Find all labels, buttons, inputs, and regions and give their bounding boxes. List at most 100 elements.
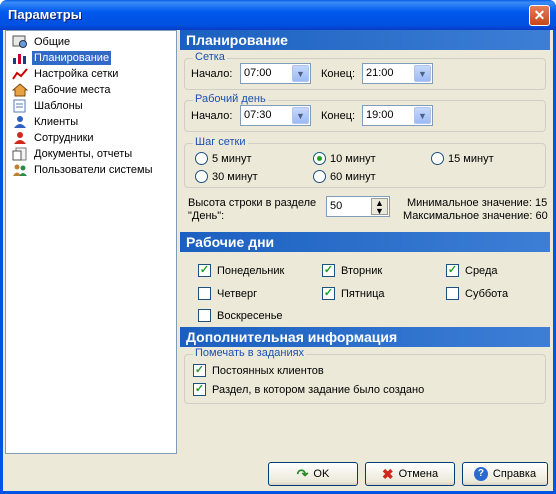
step-option-15[interactable]: 15 минут bbox=[431, 152, 494, 165]
employees-icon bbox=[14, 132, 26, 144]
ok-arrow-icon: ↷ bbox=[296, 465, 309, 482]
step-option-5[interactable]: 5 минут bbox=[195, 152, 252, 165]
day-wednesday-checkbox[interactable]: ✓ Среда bbox=[446, 264, 497, 277]
workday-start-value: 07:30 bbox=[244, 109, 272, 121]
radio-button[interactable] bbox=[313, 170, 326, 183]
radio-button[interactable] bbox=[195, 152, 208, 165]
checkbox-box[interactable] bbox=[446, 287, 459, 300]
chevron-down-icon[interactable]: ▼ bbox=[292, 65, 309, 82]
close-button[interactable]: ✕ bbox=[529, 5, 550, 26]
checkmark-icon[interactable]: ✓ bbox=[322, 287, 335, 300]
day-thursday-checkbox[interactable]: Четверг bbox=[198, 287, 257, 300]
tree-item-employees[interactable]: Сотрудники bbox=[12, 130, 96, 146]
tree-item-templates[interactable]: Шаблоны bbox=[12, 98, 85, 114]
help-button[interactable]: ? Справка bbox=[462, 462, 548, 486]
step-group-title: Шаг сетки bbox=[193, 136, 248, 148]
chevron-down-icon[interactable]: ▼ bbox=[414, 107, 431, 124]
grid-end-select[interactable]: 21:00 ▼ bbox=[362, 63, 433, 84]
day-label: Вторник bbox=[341, 264, 383, 277]
workdays-header: Рабочие дни bbox=[180, 232, 550, 252]
day-label: Понедельник bbox=[217, 264, 285, 277]
day-label: Четверг bbox=[217, 287, 258, 300]
radio-button[interactable] bbox=[313, 152, 326, 165]
section-created-checkbox[interactable]: ✓ Раздел, в котором задание было создано bbox=[193, 383, 424, 396]
tree-label: Клиенты bbox=[34, 116, 79, 128]
settings-tree[interactable]: Общие Планирование Настройка сетки Рабоч… bbox=[5, 30, 177, 454]
additional-header: Дополнительная информация bbox=[180, 327, 550, 347]
grid-group-title: Сетка bbox=[193, 51, 227, 63]
grid-start-select[interactable]: 07:00 ▼ bbox=[240, 63, 311, 84]
workplaces-icon bbox=[12, 83, 28, 97]
radio-button[interactable] bbox=[431, 152, 444, 165]
tree-item-grid-settings[interactable]: Настройка сетки bbox=[12, 66, 120, 82]
row-height-min: Минимальное значение: 15 bbox=[407, 197, 548, 209]
help-label: Справка bbox=[492, 468, 537, 480]
chevron-down-icon[interactable]: ▼ bbox=[414, 65, 431, 82]
tree-item-general[interactable]: Общие bbox=[12, 34, 72, 50]
step-option-60[interactable]: 60 минут bbox=[313, 170, 376, 183]
day-friday-checkbox[interactable]: ✓ Пятница bbox=[322, 287, 385, 300]
day-sunday-checkbox[interactable]: Воскресенье bbox=[198, 309, 283, 322]
row-height-value: 50 bbox=[330, 200, 343, 212]
workday-end-label: Конец: bbox=[321, 110, 356, 122]
checkmark-icon[interactable]: ✓ bbox=[446, 264, 459, 277]
checkmark-icon[interactable]: ✓ bbox=[193, 364, 206, 377]
documents-icon bbox=[12, 147, 27, 161]
tree-item-users[interactable]: Пользователи системы bbox=[12, 162, 155, 178]
row-height-label-2: "День": bbox=[188, 210, 225, 222]
step-option-label: 30 минут bbox=[212, 170, 258, 183]
ok-button[interactable]: ↷ OK bbox=[268, 462, 358, 486]
checkmark-icon[interactable]: ✓ bbox=[322, 264, 335, 277]
day-monday-checkbox[interactable]: ✓ Понедельник bbox=[198, 264, 284, 277]
tree-label: Шаблоны bbox=[34, 100, 83, 112]
step-option-label: 15 минут bbox=[448, 152, 494, 165]
window-title: Параметры bbox=[8, 7, 82, 22]
tree-label: Общие bbox=[34, 36, 71, 48]
workday-start-label: Начало: bbox=[191, 110, 233, 122]
checkmark-icon[interactable]: ✓ bbox=[193, 383, 206, 396]
checkmark-icon[interactable]: ✓ bbox=[198, 264, 211, 277]
permanent-clients-checkbox[interactable]: ✓ Постоянных клиентов bbox=[193, 364, 324, 377]
day-label: Суббота bbox=[465, 287, 509, 300]
grid-start-value: 07:00 bbox=[244, 67, 272, 79]
help-icon: ? bbox=[473, 467, 488, 481]
workday-end-select[interactable]: 19:00 ▼ bbox=[362, 105, 433, 126]
checkbox-box[interactable] bbox=[198, 309, 211, 322]
window-client: Общие Планирование Настройка сетки Рабоч… bbox=[3, 30, 553, 491]
grid-start-label: Начало: bbox=[191, 68, 233, 80]
options-window: Параметры ✕ Общие Планирование Настройка… bbox=[0, 0, 556, 494]
tree-label: Планирование bbox=[32, 51, 112, 65]
checkbox-box[interactable] bbox=[198, 287, 211, 300]
tree-label: Сотрудники bbox=[34, 132, 94, 144]
workday-group: Рабочий день Начало: 07:30 ▼ Конец: 19:0… bbox=[184, 93, 546, 132]
dialog-footer: ↷ OK ✖ Отмена ? Справка bbox=[3, 454, 553, 491]
tree-item-documents[interactable]: Документы, отчеты bbox=[12, 146, 134, 162]
planning-icon bbox=[13, 54, 26, 64]
day-saturday-checkbox[interactable]: Суббота bbox=[446, 287, 508, 300]
day-tuesday-checkbox[interactable]: ✓ Вторник bbox=[322, 264, 382, 277]
chevron-down-icon[interactable]: ▼ bbox=[292, 107, 309, 124]
workday-end-value: 19:00 bbox=[366, 109, 394, 121]
step-option-label: 5 минут bbox=[212, 152, 252, 165]
row-height-spinner[interactable]: 50 ▲ ▼ bbox=[326, 196, 390, 217]
tree-label: Рабочие места bbox=[34, 84, 111, 96]
templates-icon bbox=[13, 99, 26, 113]
tree-item-planning[interactable]: Планирование bbox=[12, 50, 112, 66]
step-option-10[interactable]: 10 минут bbox=[313, 152, 376, 165]
workday-start-select[interactable]: 07:30 ▼ bbox=[240, 105, 311, 126]
day-label: Пятница bbox=[341, 287, 385, 300]
cancel-label: Отмена bbox=[398, 468, 439, 480]
workday-group-title: Рабочий день bbox=[193, 93, 268, 105]
users-icon bbox=[13, 164, 27, 176]
tree-item-workplaces[interactable]: Рабочие места bbox=[12, 82, 113, 98]
step-option-30[interactable]: 30 минут bbox=[195, 170, 258, 183]
tree-item-clients[interactable]: Клиенты bbox=[12, 114, 80, 130]
day-label: Воскресенье bbox=[217, 309, 283, 322]
settings-panel: Планирование Сетка Начало: 07:00 ▼ Конец… bbox=[180, 30, 550, 454]
row-height-label-1: Высота строки в разделе bbox=[188, 197, 317, 209]
radio-button[interactable] bbox=[195, 170, 208, 183]
cancel-button[interactable]: ✖ Отмена bbox=[365, 462, 455, 486]
title-bar[interactable]: Параметры ✕ bbox=[0, 0, 556, 30]
tree-label: Настройка сетки bbox=[34, 68, 119, 80]
spinner-arrows-icon[interactable]: ▲ ▼ bbox=[371, 198, 388, 216]
